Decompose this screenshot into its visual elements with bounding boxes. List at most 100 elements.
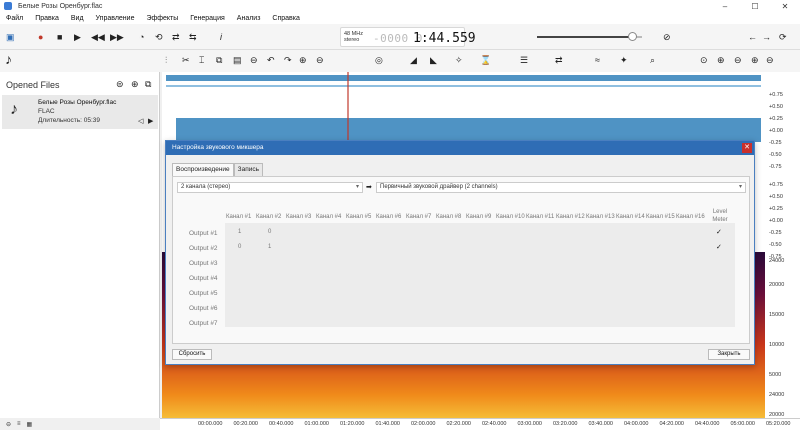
normalize-icon[interactable]: ✧ (455, 54, 463, 66)
file-name: Белые Розы Оренбург.flac (38, 99, 117, 106)
silence-icon[interactable]: ⊖ (250, 54, 258, 66)
dialog-close-icon[interactable]: ✕ (742, 143, 752, 153)
loop-icon[interactable]: ⟲ (155, 31, 163, 43)
close-window-button[interactable]: ✕ (770, 0, 800, 12)
mixer-grid (225, 223, 735, 327)
level-meter-checkbox[interactable]: ✓ (716, 229, 723, 236)
copy-file-icon[interactable]: ⧉ (145, 78, 151, 90)
menu-effects[interactable]: Эффекты (140, 15, 184, 22)
waveform-icon[interactable]: ⫶ (165, 54, 167, 66)
copy-icon[interactable]: ⧉ (216, 54, 222, 66)
mix-value-cell[interactable]: 0 (268, 229, 271, 235)
spectrum-icon[interactable]: ▦ (27, 421, 33, 428)
menu-help[interactable]: Справка (266, 15, 305, 22)
eq-icon[interactable]: ☰ (520, 54, 528, 66)
paste-icon[interactable]: ▤ (233, 54, 242, 66)
speaker-icon[interactable]: ◁ (138, 117, 143, 125)
level-meter-checkbox[interactable]: ✓ (716, 244, 723, 251)
mute-icon[interactable]: ⊘ (663, 31, 671, 43)
menu-control[interactable]: Управление (90, 15, 141, 22)
fade-in-icon[interactable]: ◢ (410, 54, 417, 66)
repeat-icon[interactable]: ⇄ (172, 31, 180, 43)
driver-select[interactable]: Первичный звуковой драйвер (2 channels) … (376, 182, 746, 193)
undo-icon[interactable]: ↶ (267, 54, 275, 66)
ruler-label: 24000 (769, 392, 785, 398)
ruler-label: 10000 (769, 342, 785, 348)
reverb-icon[interactable]: ≈ (595, 54, 600, 66)
channels-select[interactable]: 2 канала (стерео) ▾ (177, 182, 363, 193)
fade-out-icon[interactable]: ◣ (430, 54, 437, 66)
next-icon[interactable]: → (762, 31, 771, 43)
zoom-in-view-icon[interactable]: ⊕ (717, 54, 725, 66)
close-dialog-button[interactable]: Закрыть (708, 349, 750, 360)
speed-icon[interactable]: ◔ (139, 31, 144, 43)
output-row-label: Output #1 (189, 230, 218, 237)
file-play-icon[interactable]: ▶ (148, 117, 153, 125)
shuffle-icon[interactable]: ⇆ (189, 31, 197, 43)
file-list-item[interactable]: ♪ Белые Розы Оренбург.flac FLAC Длительн… (2, 95, 158, 129)
mix-value-cell[interactable]: 1 (268, 244, 271, 250)
reset-button[interactable]: Сбросить (172, 349, 212, 360)
stop-icon[interactable]: ■ (57, 31, 62, 43)
back-icon[interactable]: ← (748, 31, 757, 43)
amplitude-ruler: +0.75 +0.50 +0.25 +0.00 -0.25 -0.50 -0.75 +0.75… (765, 72, 800, 420)
menu-edit[interactable]: Правка (29, 15, 65, 22)
timeline-ruler[interactable]: 00:00.000 00:20.000 00:40.000 01:00.000 01:2… (160, 418, 800, 430)
file-duration: Длительность: 05:39 (38, 117, 101, 124)
zoom-out-view-icon[interactable]: ⊖ (734, 54, 742, 66)
record-icon[interactable]: ● (38, 31, 43, 43)
sidebar-toggle-icon[interactable]: ▣ (6, 31, 15, 43)
ruler-label: +0.50 (769, 194, 783, 200)
info-icon[interactable]: i (220, 31, 222, 43)
timeline-label: 05:20.000 (766, 421, 791, 427)
rewind-icon[interactable]: ◀◀ (91, 31, 105, 43)
column-header: Канал #3 (286, 214, 312, 220)
add-file-icon[interactable]: ⊕ (131, 78, 139, 90)
channels-select-value: 2 канала (стерео) (181, 184, 231, 190)
select-icon[interactable]: ✦ (620, 54, 628, 66)
output-row-label: Output #7 (189, 320, 218, 327)
volume-slider[interactable] (537, 32, 642, 41)
cut-icon[interactable]: ✂ (182, 54, 190, 66)
zoom-out-icon[interactable]: ⊖ (316, 54, 324, 66)
music-file-icon: ♪ (10, 101, 18, 118)
zoom-all-icon[interactable]: ⊖ (766, 54, 774, 66)
history-icon[interactable]: ⟳ (779, 31, 787, 43)
effect-icon[interactable]: ◎ (375, 54, 383, 66)
ruler-label: +0.50 (769, 104, 783, 110)
zoom-icon[interactable]: ⊖ (6, 421, 11, 428)
forward-icon[interactable]: ▶▶ (110, 31, 124, 43)
menu-file[interactable]: Файл (0, 15, 29, 22)
column-header: Канал #10 (496, 214, 525, 220)
track-icon[interactable]: ≡ (17, 421, 21, 427)
zoom-selection-icon[interactable]: ⊕ (751, 54, 759, 66)
trim-icon[interactable]: ⌶ (199, 54, 204, 66)
menu-generate[interactable]: Генерация (184, 15, 230, 22)
tempo-icon[interactable]: ⌛ (480, 54, 491, 66)
ruler-label: +0.25 (769, 206, 783, 212)
ruler-label: +0.75 (769, 92, 783, 98)
zoom-in-icon[interactable]: ⊕ (299, 54, 307, 66)
mix-value-cell[interactable]: 0 (238, 244, 241, 250)
timeline-label: 04:40.000 (695, 421, 720, 427)
mix-value-cell[interactable]: 1 (238, 229, 241, 235)
timeline-label: 04:20.000 (659, 421, 684, 427)
dialog-title: Настройка звукового микшера (166, 141, 754, 155)
time-value: 1:44.559 (413, 31, 476, 46)
volume-knob[interactable] (627, 32, 637, 41)
reverse-icon[interactable]: ⇄ (555, 54, 563, 66)
menu-view[interactable]: Вид (65, 15, 90, 22)
menu-analyze[interactable]: Анализ (231, 15, 267, 22)
driver-select-value: Первичный звуковой драйвер (2 channels) (380, 184, 498, 190)
filter-icon[interactable]: ⊜ (116, 78, 124, 90)
minimize-button[interactable]: – (710, 0, 740, 12)
redo-icon[interactable]: ↷ (284, 54, 292, 66)
tab-playback[interactable]: Воспроизведение (172, 163, 234, 176)
tab-record[interactable]: Запись (233, 163, 263, 176)
timeline-label: 03:20.000 (553, 421, 578, 427)
column-header: Канал #7 (406, 214, 432, 220)
zoom-fit-icon[interactable]: ⊙ (700, 54, 708, 66)
maximize-button[interactable]: ☐ (740, 0, 770, 12)
magnify-icon[interactable]: ⌕ (650, 54, 655, 66)
play-icon[interactable]: ▶ (74, 31, 81, 43)
